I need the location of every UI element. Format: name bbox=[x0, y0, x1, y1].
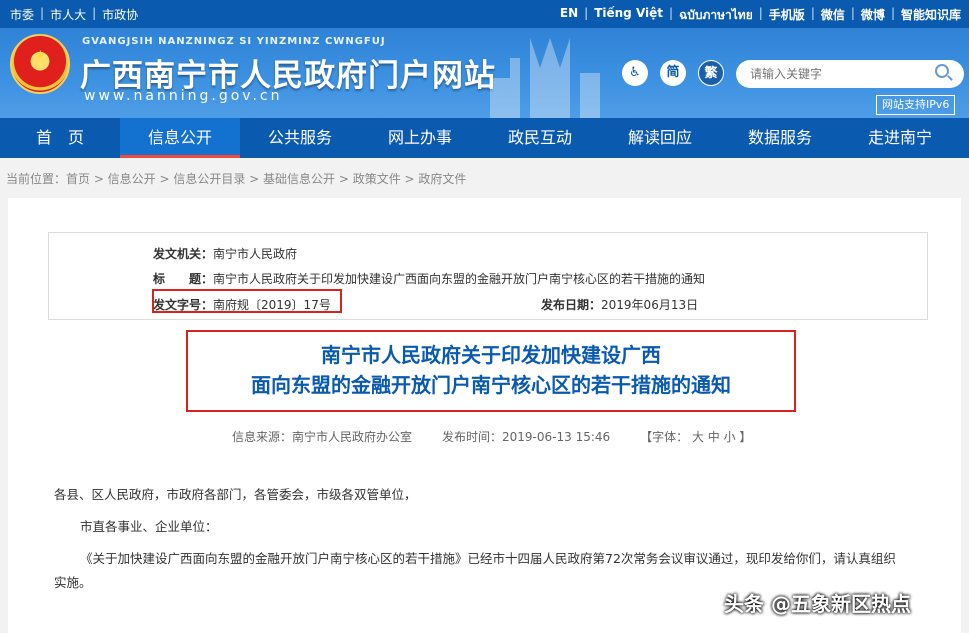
document-title-line1: 南宁市人民政府关于印发加快建设广西 bbox=[321, 343, 661, 367]
meta-date: 发布日期：2019年06月13日 bbox=[541, 296, 698, 313]
document-info-bar: 信息来源：南宁市人民政府办公室 发布时间：2019-06-13 15:46 【字… bbox=[232, 428, 751, 445]
meta-issuer: 发文机关：南宁市人民政府 bbox=[153, 245, 297, 262]
star-icon: ★ bbox=[34, 48, 47, 64]
national-emblem-icon: ★ bbox=[10, 34, 70, 94]
link-npc[interactable]: 市人大 bbox=[50, 6, 86, 23]
site-header: ★ GVANGJSIH NANZNINGZ SI YINZMINZ CWNGFU… bbox=[0, 28, 969, 118]
link-vietnamese[interactable]: Tiếng Việt bbox=[594, 6, 663, 25]
link-wechat[interactable]: 微信 bbox=[821, 6, 845, 25]
top-left-links: 市委 | 市人大 | 市政协 bbox=[10, 6, 138, 23]
main-nav: 首 页 信息公开 公共服务 网上办事 政民互动 解读回应 数据服务 走进南宁 bbox=[0, 118, 969, 158]
link-mobile[interactable]: 手机版 bbox=[769, 6, 805, 25]
search-icon[interactable] bbox=[935, 64, 949, 78]
content-panel: 发文机关：南宁市人民政府 标 题：南宁市人民政府关于印发加快建设广西面向东盟的金… bbox=[8, 198, 961, 633]
link-party-committee[interactable]: 市委 bbox=[10, 6, 34, 23]
divider: | bbox=[758, 6, 763, 20]
nav-interaction[interactable]: 政民互动 bbox=[480, 118, 600, 158]
link-english[interactable]: EN bbox=[560, 6, 578, 25]
font-size-switch[interactable]: 【字体： 大 中 小 】 bbox=[640, 428, 751, 445]
divider: | bbox=[40, 6, 45, 20]
search-input[interactable] bbox=[736, 60, 964, 88]
nav-home[interactable]: 首 页 bbox=[0, 118, 120, 158]
meta-title-value: 南宁市人民政府关于印发加快建设广西面向东盟的金融开放门户南宁核心区的若干措施的通… bbox=[213, 272, 706, 286]
body-paragraph: 市直各事业、企业单位： bbox=[80, 519, 218, 534]
body-paragraph: 实施。 bbox=[54, 575, 92, 590]
ipv6-badge: 网站支持IPv6 bbox=[876, 95, 956, 115]
link-weibo[interactable]: 微博 bbox=[861, 6, 885, 25]
document-title: 南宁市人民政府关于印发加快建设广西 面向东盟的金融开放门户南宁核心区的若干措施的… bbox=[186, 330, 796, 412]
nav-about-nanning[interactable]: 走进南宁 bbox=[840, 118, 960, 158]
meta-issuer-label: 发文机关： bbox=[153, 247, 214, 261]
site-url: www.nanning.gov.cn bbox=[84, 88, 283, 104]
document-meta-box: 发文机关：南宁市人民政府 标 题：南宁市人民政府关于印发加快建设广西面向东盟的金… bbox=[48, 232, 928, 320]
divider: | bbox=[584, 6, 589, 20]
accessibility-icon[interactable]: ♿ bbox=[622, 60, 648, 86]
top-utility-bar: 市委 | 市人大 | 市政协 EN | Tiếng Việt | ฉบับภาษาไทย… bbox=[0, 0, 969, 28]
nav-interpretation[interactable]: 解读回应 bbox=[600, 118, 720, 158]
nav-online-service[interactable]: 网上办事 bbox=[360, 118, 480, 158]
site-title-pinyin: GVANGJSIH NANZNINGZ SI YINZMINZ CWNGFUJ bbox=[82, 36, 386, 47]
meta-issuer-value: 南宁市人民政府 bbox=[213, 247, 298, 261]
divider: | bbox=[850, 6, 855, 20]
simplified-chinese-button[interactable]: 简 bbox=[660, 60, 686, 86]
body-paragraph: 各县、区人民政府，市政府各部门，各管委会，市级各双管单位， bbox=[54, 487, 417, 502]
docno-highlight-box bbox=[152, 289, 342, 313]
meta-date-value: 2019年06月13日 bbox=[601, 298, 699, 312]
body-paragraph: 《关于加快建设广西面向东盟的金融开放门户南宁核心区的若干措施》已经市十四届人民政… bbox=[80, 551, 896, 566]
divider: | bbox=[890, 6, 895, 20]
divider: | bbox=[92, 6, 97, 20]
traditional-chinese-button[interactable]: 繁 bbox=[698, 60, 724, 86]
nav-data-service[interactable]: 数据服务 bbox=[720, 118, 840, 158]
info-time: 发布时间：2019-06-13 15:46 bbox=[442, 430, 611, 444]
link-thai[interactable]: ฉบับภาษาไทย bbox=[679, 6, 753, 25]
meta-title: 标 题：南宁市人民政府关于印发加快建设广西面向东盟的金融开放门户南宁核心区的若干… bbox=[153, 270, 705, 287]
nav-public-service[interactable]: 公共服务 bbox=[240, 118, 360, 158]
document-title-line2: 面向东盟的金融开放门户南宁核心区的若干措施的通知 bbox=[251, 373, 731, 397]
nav-info-disclosure[interactable]: 信息公开 bbox=[120, 118, 240, 158]
meta-date-label: 发布日期： bbox=[541, 298, 602, 312]
watermark: 头条 @五象新区热点 bbox=[724, 592, 911, 616]
city-skyline-icon bbox=[490, 38, 600, 118]
top-right-links: EN | Tiếng Việt | ฉบับภาษาไทย | 手机版 | 微信 | 微博… bbox=[560, 6, 961, 25]
divider: | bbox=[810, 6, 815, 20]
breadcrumb[interactable]: 当前位置：首页 > 信息公开 > 信息公开目录 > 基础信息公开 > 政策文件 … bbox=[6, 170, 466, 187]
link-cppcc[interactable]: 市政协 bbox=[102, 6, 138, 23]
divider: | bbox=[669, 6, 674, 20]
meta-title-label: 标 题： bbox=[153, 272, 214, 286]
link-knowledge-base[interactable]: 智能知识库 bbox=[901, 6, 961, 25]
info-source: 信息来源：南宁市人民政府办公室 bbox=[232, 430, 413, 444]
